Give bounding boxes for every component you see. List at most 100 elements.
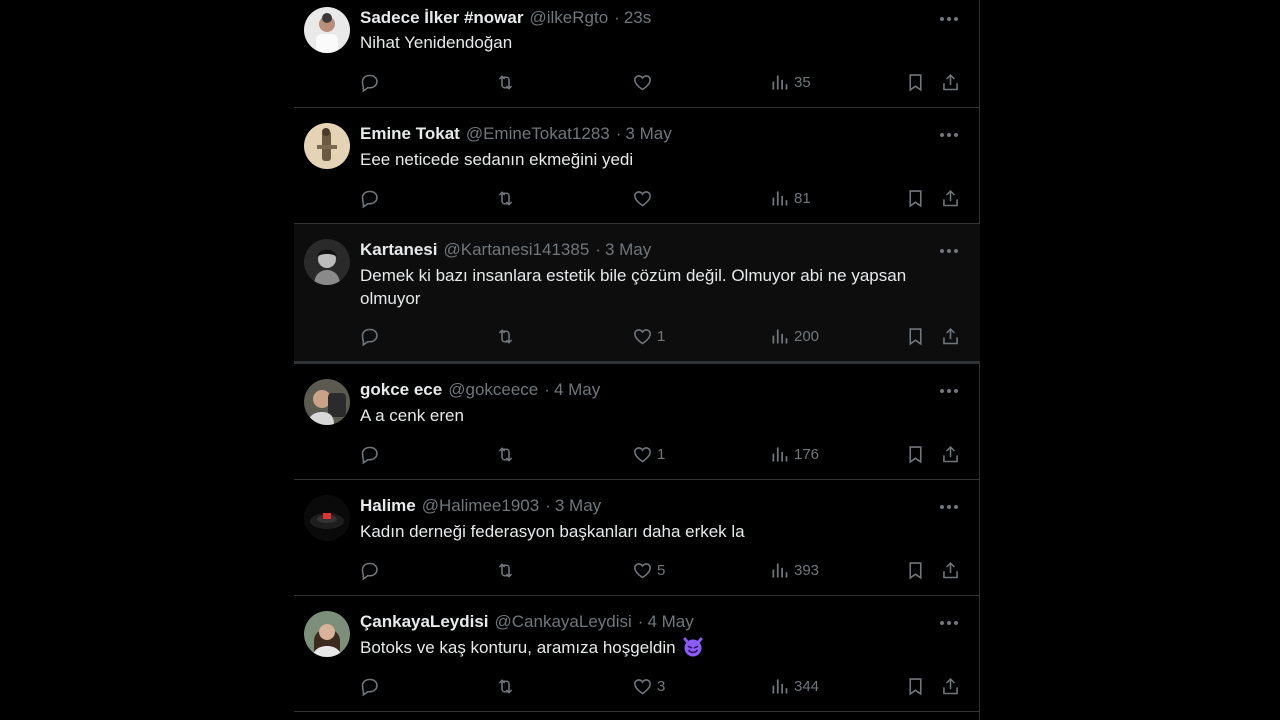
tweet-time[interactable]: 3 May <box>605 240 651 259</box>
views-button[interactable]: 81 <box>769 185 811 211</box>
retweet-icon <box>495 560 516 581</box>
share-icon <box>940 188 961 209</box>
author-handle[interactable]: @CankayaLeydisi <box>495 612 632 631</box>
reply-button[interactable] <box>359 557 380 583</box>
views-button[interactable]: 200 <box>769 323 819 349</box>
views-button[interactable]: 393 <box>769 557 819 583</box>
tweet[interactable]: ÇankayaLeydisi @CankayaLeydisi · 4 May Boto… <box>294 596 980 712</box>
retweet-icon <box>495 444 516 465</box>
like-button[interactable] <box>632 69 657 95</box>
tweet[interactable]: gokce ece @gokceece · 4 May A a cenk eren 1… <box>294 364 980 480</box>
like-count: 1 <box>657 327 666 345</box>
bookmark-button[interactable] <box>905 557 926 583</box>
reply-icon <box>359 560 380 581</box>
tweet-actions: 1 176 <box>294 441 980 467</box>
tweet-time[interactable]: 3 May <box>625 124 671 143</box>
more-dots-icon[interactable] <box>936 236 962 262</box>
like-count: 1 <box>657 445 666 463</box>
more-dots-icon[interactable] <box>936 4 962 30</box>
views-button[interactable]: 35 <box>769 69 811 95</box>
reply-button[interactable] <box>359 323 380 349</box>
bookmark-icon <box>905 72 926 93</box>
retweet-button[interactable] <box>495 557 516 583</box>
like-button[interactable] <box>632 185 657 211</box>
more-dots-icon[interactable] <box>936 608 962 634</box>
like-button[interactable]: 1 <box>632 441 665 467</box>
share-icon <box>940 676 961 697</box>
author-handle[interactable]: @EmineTokat1283 <box>466 124 610 143</box>
tweet[interactable]: Emine Tokat @EmineTokat1283 · 3 May Eee net… <box>294 108 980 224</box>
view-count: 393 <box>794 561 820 579</box>
author-name[interactable]: Halime <box>360 496 416 515</box>
author-name[interactable]: Emine Tokat <box>360 124 460 143</box>
reply-button[interactable] <box>359 69 380 95</box>
views-button[interactable]: 176 <box>769 441 819 467</box>
avatar[interactable] <box>304 611 350 657</box>
view-count: 35 <box>794 73 811 91</box>
tweet[interactable]: Kartanesi @Kartanesi141385 · 3 May Demek ki… <box>294 224 980 364</box>
reply-button[interactable] <box>359 185 380 211</box>
views-chart-icon <box>769 188 790 209</box>
retweet-button[interactable] <box>495 441 516 467</box>
bookmark-icon <box>905 326 926 347</box>
share-button[interactable] <box>940 323 961 349</box>
separator-dot: · <box>544 380 550 399</box>
reply-button[interactable] <box>359 673 380 699</box>
reply-icon <box>359 72 380 93</box>
like-button[interactable]: 3 <box>632 673 665 699</box>
view-count: 200 <box>794 327 820 345</box>
more-dots-icon[interactable] <box>936 492 962 518</box>
share-button[interactable] <box>940 673 961 699</box>
bookmark-button[interactable] <box>905 441 926 467</box>
retweet-button[interactable] <box>495 673 516 699</box>
tweet-time[interactable]: 3 May <box>555 496 601 515</box>
author-handle[interactable]: @ilkeRgto <box>529 8 608 27</box>
share-icon <box>940 560 961 581</box>
bookmark-button[interactable] <box>905 69 926 95</box>
bookmark-button[interactable] <box>905 323 926 349</box>
heart-icon <box>632 72 653 93</box>
tweet[interactable]: Sadece İlker #nowar @ilkeRgto · 23s Nihat Y… <box>294 0 980 108</box>
retweet-button[interactable] <box>495 185 516 211</box>
heart-icon <box>632 326 653 347</box>
share-button[interactable] <box>940 441 961 467</box>
author-handle[interactable]: @Halimee1903 <box>422 496 539 515</box>
avatar[interactable] <box>304 495 350 541</box>
heart-icon <box>632 444 653 465</box>
like-button[interactable]: 1 <box>632 323 665 349</box>
share-button[interactable] <box>940 557 961 583</box>
more-dots-icon[interactable] <box>936 120 962 146</box>
more-dots-icon[interactable] <box>936 376 962 402</box>
like-button[interactable]: 5 <box>632 557 665 583</box>
tweet-time[interactable]: 4 May <box>554 380 600 399</box>
avatar[interactable] <box>304 379 350 425</box>
author-handle[interactable]: @Kartanesi141385 <box>443 240 589 259</box>
retweet-button[interactable] <box>495 69 516 95</box>
views-button[interactable]: 344 <box>769 673 819 699</box>
tweet-header: ÇankayaLeydisi @CankayaLeydisi · 4 May <box>360 610 920 634</box>
avatar[interactable] <box>304 7 350 53</box>
retweet-icon <box>495 188 516 209</box>
bookmark-icon <box>905 676 926 697</box>
tweet-time[interactable]: 4 May <box>647 612 693 631</box>
reply-button[interactable] <box>359 441 380 467</box>
avatar[interactable] <box>304 239 350 285</box>
tweet-text: Demek ki bazı insanlara estetik bile çöz… <box>360 266 907 308</box>
avatar[interactable] <box>304 123 350 169</box>
tweet-actions: 35 <box>294 69 980 95</box>
author-handle[interactable]: @gokceece <box>448 380 538 399</box>
share-button[interactable] <box>940 69 961 95</box>
separator-dot: · <box>615 124 622 143</box>
tweet-header: gokce ece @gokceece · 4 May <box>360 378 920 402</box>
views-chart-icon <box>769 326 790 347</box>
retweet-button[interactable] <box>495 323 516 349</box>
bookmark-button[interactable] <box>905 673 926 699</box>
author-name[interactable]: gokce ece <box>360 380 442 399</box>
tweet[interactable]: Halime @Halimee1903 · 3 May Kadın derneği f… <box>294 480 980 596</box>
tweet-time[interactable]: 23s <box>624 8 651 27</box>
author-name[interactable]: Kartanesi <box>360 240 437 259</box>
bookmark-button[interactable] <box>905 185 926 211</box>
author-name[interactable]: Sadece İlker #nowar <box>360 8 523 27</box>
author-name[interactable]: ÇankayaLeydisi <box>360 612 489 631</box>
share-button[interactable] <box>940 185 961 211</box>
